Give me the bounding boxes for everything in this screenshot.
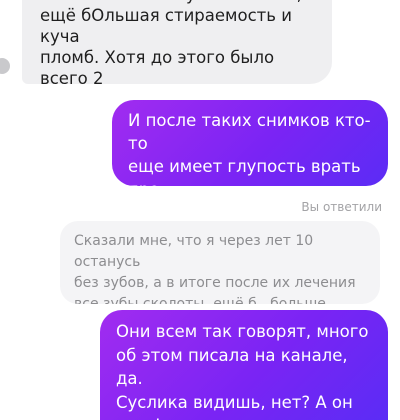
reply-label: Вы ответили — [301, 200, 382, 214]
outgoing-message[interactable]: И после таких снимков кто-то еще имеет г… — [112, 100, 388, 186]
sender-avatar[interactable] — [0, 58, 10, 74]
quoted-message[interactable]: Сказали мне, что я через лет 10 останусь… — [60, 221, 380, 304]
outgoing-reply-message[interactable]: Они всем так говорят, много об этом писа… — [100, 310, 388, 420]
incoming-message[interactable]: их лечения все зубы сколоты, ещё бОльшая… — [22, 0, 332, 84]
